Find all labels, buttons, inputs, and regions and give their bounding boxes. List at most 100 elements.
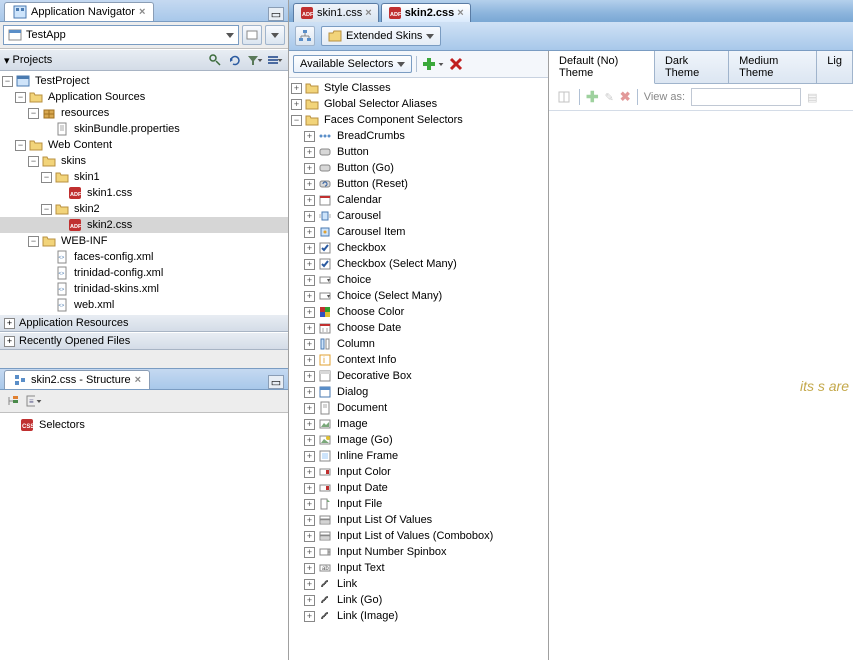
expand-icon[interactable]: + [291, 83, 302, 94]
minimize-button[interactable]: ▭ [268, 375, 284, 389]
refresh-button[interactable] [226, 52, 244, 68]
expand-icon[interactable]: + [304, 147, 315, 158]
app-resources-section[interactable]: + Application Resources [0, 314, 288, 332]
structure-tree-button[interactable] [4, 393, 22, 409]
expand-icon[interactable]: + [304, 323, 315, 334]
expand-icon[interactable]: + [304, 419, 315, 430]
tree-label[interactable]: Checkbox (Select Many) [335, 258, 459, 270]
tree-label[interactable]: Style Classes [322, 82, 393, 94]
expand-icon[interactable]: + [304, 387, 315, 398]
expand-icon[interactable]: + [304, 547, 315, 558]
find-button[interactable] [206, 52, 224, 68]
expand-icon[interactable]: + [304, 339, 315, 350]
expand-icon[interactable]: + [304, 531, 315, 542]
tree-row[interactable]: + Button [289, 144, 548, 160]
tree-row[interactable]: +Link (Go) [289, 592, 548, 608]
collapse-icon[interactable]: − [28, 108, 39, 119]
application-combo[interactable]: TestApp [3, 25, 239, 45]
tree-label[interactable]: Calendar [335, 194, 384, 206]
tree-row[interactable]: −WEB-INF [0, 233, 288, 249]
tree-row[interactable]: + Choose Color [289, 304, 548, 320]
tree-label[interactable]: Choose Date [335, 322, 403, 334]
tree-row[interactable]: <>faces-config.xml [0, 249, 288, 265]
tree-row[interactable]: +Inline Frame [289, 448, 548, 464]
tree-label[interactable]: faces-config.xml [72, 251, 155, 263]
tree-label[interactable]: Input File [335, 498, 384, 510]
tree-label[interactable]: Input List of Values (Combobox) [335, 530, 495, 542]
tree-row[interactable]: <>web.xml [0, 297, 288, 313]
structure-options-button[interactable]: ≡ [25, 393, 43, 409]
collapse-icon[interactable]: − [28, 236, 39, 247]
tree-label[interactable]: Image (Go) [335, 434, 395, 446]
tree-label[interactable]: Checkbox [335, 242, 388, 254]
tree-label[interactable]: Button (Go) [335, 162, 396, 174]
expand-icon[interactable]: + [304, 595, 315, 606]
tree-row[interactable]: + Choose Date [289, 320, 548, 336]
tree-row[interactable]: ADFskin1.css [0, 185, 288, 201]
tree-label[interactable]: skinBundle.properties [72, 123, 182, 135]
tree-row[interactable]: +Input List Of Values [289, 512, 548, 528]
expand-icon[interactable]: + [304, 163, 315, 174]
tree-row[interactable]: +Link (Image) [289, 608, 548, 624]
tree-row[interactable]: +Column [289, 336, 548, 352]
editor-tab-skin1-css[interactable]: ADFskin1.css× [293, 3, 379, 22]
tree-label[interactable]: trinidad-config.xml [72, 267, 165, 279]
tree-row[interactable]: −Faces Component Selectors [289, 112, 548, 128]
expand-icon[interactable]: + [304, 307, 315, 318]
tree-row[interactable]: −skins [0, 153, 288, 169]
tree-row[interactable]: +Carousel [289, 208, 548, 224]
tree-label[interactable]: web.xml [72, 299, 116, 311]
minimize-button[interactable]: ▭ [268, 7, 284, 21]
tree-row[interactable]: +Input Number Spinbox [289, 544, 548, 560]
selectors-tree[interactable]: + Style Classes +Global Selector Aliases−F… [289, 78, 548, 660]
expand-icon[interactable]: + [304, 563, 315, 574]
tree-row[interactable]: −TestProject [0, 73, 288, 89]
tree-label[interactable]: Web Content [46, 139, 114, 151]
view-as-select[interactable] [691, 88, 801, 106]
expand-icon[interactable]: + [291, 99, 302, 110]
tree-label[interactable]: BreadCrumbs [335, 130, 407, 142]
tree-row[interactable]: +Dialog [289, 384, 548, 400]
collapse-icon[interactable]: − [28, 156, 39, 167]
tree-label[interactable]: Input Date [335, 482, 390, 494]
delete-button[interactable]: ✖ [620, 89, 631, 105]
tree-label[interactable]: Image [335, 418, 370, 430]
tree-label[interactable]: Carousel Item [335, 226, 407, 238]
tree-label[interactable]: skin2 [72, 203, 102, 215]
tree-row[interactable]: <>trinidad-config.xml [0, 265, 288, 281]
tree-label[interactable]: Input Text [335, 562, 387, 574]
tree-label[interactable]: Button [335, 146, 371, 158]
close-icon[interactable]: × [365, 7, 371, 19]
collapse-icon[interactable]: − [15, 92, 26, 103]
theme-tab-dark-theme[interactable]: Dark Theme [655, 51, 729, 83]
options-button[interactable] [266, 52, 284, 68]
tree-row[interactable]: <>trinidad-skins.xml [0, 281, 288, 297]
tree-label[interactable]: Input List Of Values [335, 514, 434, 526]
collapse-icon[interactable]: − [15, 140, 26, 151]
expand-icon[interactable]: + [304, 211, 315, 222]
expand-icon[interactable]: + [304, 611, 315, 622]
tree-label[interactable]: Link [335, 578, 359, 590]
expand-icon[interactable]: + [304, 435, 315, 446]
tree-row[interactable]: − Web Content [0, 137, 288, 153]
tree-label[interactable]: Choice [335, 274, 373, 286]
close-icon[interactable]: × [139, 6, 145, 18]
editor-tab-skin2-css[interactable]: ADFskin2.css× [381, 3, 471, 22]
expand-icon[interactable]: + [304, 371, 315, 382]
tree-label[interactable]: Inline Frame [335, 450, 400, 462]
tree-label[interactable]: Button (Reset) [335, 178, 410, 190]
theme-tab-default-no-theme[interactable]: Default (No) Theme [549, 51, 655, 84]
tree-row[interactable]: + Button (Go) [289, 160, 548, 176]
tree-row[interactable]: +Global Selector Aliases [289, 96, 548, 112]
tree-row[interactable]: +Decorative Box [289, 368, 548, 384]
tree-label[interactable]: Choice (Select Many) [335, 290, 444, 302]
expand-icon[interactable]: + [304, 243, 315, 254]
tree-row[interactable]: +BreadCrumbs [289, 128, 548, 144]
tree-label[interactable]: trinidad-skins.xml [72, 283, 161, 295]
expand-icon[interactable]: + [304, 467, 315, 478]
tree-row[interactable]: +abInput Text [289, 560, 548, 576]
expand-icon[interactable]: + [304, 195, 315, 206]
tree-row[interactable]: +Button (Reset) [289, 176, 548, 192]
hierarchy-button[interactable] [295, 26, 315, 46]
tree-label[interactable]: Choose Color [335, 306, 406, 318]
